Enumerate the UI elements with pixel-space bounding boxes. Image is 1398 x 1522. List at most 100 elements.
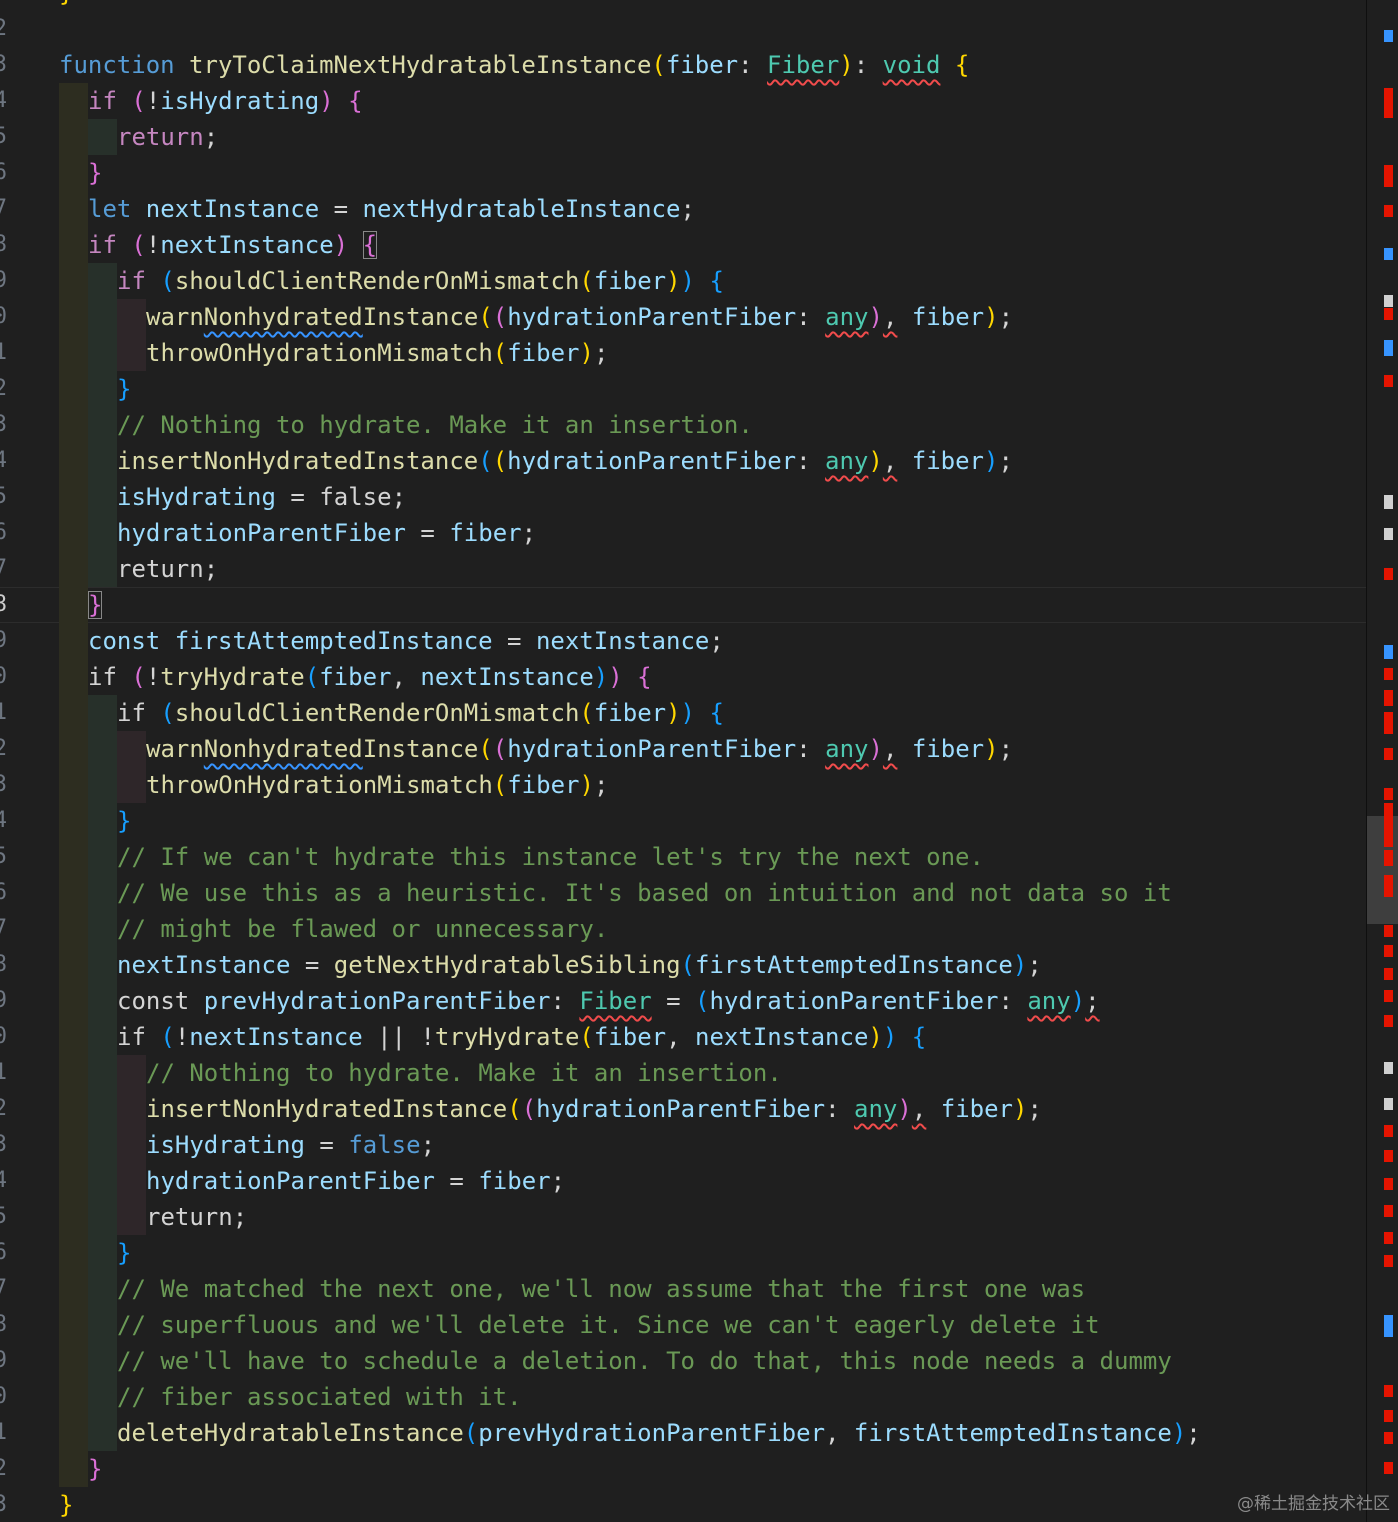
error-marker[interactable] xyxy=(1384,748,1393,760)
error-marker[interactable] xyxy=(1384,1205,1393,1217)
code-line[interactable]: 8 // superfluous and we'll delete it. Sin… xyxy=(0,1307,1366,1343)
error-marker[interactable] xyxy=(1384,1150,1393,1162)
code-text: return; xyxy=(146,1199,247,1235)
selection-marker[interactable] xyxy=(1384,528,1393,540)
indent-guide xyxy=(88,767,117,803)
code-line[interactable]: 2 xyxy=(0,11,1366,47)
line-number: 3 xyxy=(0,1492,7,1517)
code-line[interactable]: 0 if (!tryHydrate(fiber, nextInstance)) { xyxy=(0,659,1366,695)
code-line[interactable]: 1 deleteHydratableInstance(prevHydrationP… xyxy=(0,1415,1366,1451)
vertical-scrollbar[interactable] xyxy=(1367,0,1398,1522)
code-line[interactable]: 3 isHydrating = false; xyxy=(0,1127,1366,1163)
error-marker[interactable] xyxy=(1384,1232,1393,1244)
code-line[interactable]: 1 if (shouldClientRenderOnMismatch(fiber)… xyxy=(0,695,1366,731)
code-line[interactable]: 1 throwOnHydrationMismatch(fiber); xyxy=(0,335,1366,371)
error-marker[interactable] xyxy=(1384,690,1393,706)
error-marker[interactable] xyxy=(1384,1015,1393,1027)
code-line[interactable]: 7 return; xyxy=(0,551,1366,587)
error-marker[interactable] xyxy=(1384,945,1393,957)
code-line[interactable]: 5 return; xyxy=(0,119,1366,155)
code-line[interactable]: 6 // We use this as a heuristic. It's bas… xyxy=(0,875,1366,911)
code-token: } xyxy=(88,1455,103,1483)
error-marker[interactable] xyxy=(1384,1125,1393,1137)
error-marker[interactable] xyxy=(1384,88,1393,118)
error-marker[interactable] xyxy=(1384,990,1393,1002)
selection-marker[interactable] xyxy=(1384,295,1393,307)
error-marker[interactable] xyxy=(1384,568,1393,580)
code-line[interactable]: 7 // might be flawed or unnecessary. xyxy=(0,911,1366,947)
code-line[interactable]: 5 // If we can't hydrate this instance le… xyxy=(0,839,1366,875)
code-line[interactable]: 4 if (!isHydrating) { xyxy=(0,83,1366,119)
code-line[interactable]: 7 // We matched the next one, we'll now a… xyxy=(0,1271,1366,1307)
code-line[interactable]: 9 const firstAttemptedInstance = nextInst… xyxy=(0,623,1366,659)
selection-marker[interactable] xyxy=(1384,1098,1393,1110)
code-line[interactable]: 6} xyxy=(0,155,1366,191)
scrollbar-thumb[interactable] xyxy=(1367,816,1398,924)
info-marker[interactable] xyxy=(1384,30,1393,42)
error-marker[interactable] xyxy=(1384,375,1393,387)
code-line[interactable]: 3} xyxy=(0,1487,1366,1522)
code-line[interactable]: 4 insertNonHydratedInstance((hydrationPar… xyxy=(0,443,1366,479)
code-line[interactable]: 8 if (!nextInstance) { xyxy=(0,227,1366,263)
code-line[interactable]: 9 // we'll have to schedule a deletion. T… xyxy=(0,1343,1366,1379)
code-line[interactable]: 0 if (!nextInstance || !tryHydrate(fiber,… xyxy=(0,1019,1366,1055)
error-marker[interactable] xyxy=(1384,205,1393,217)
error-marker[interactable] xyxy=(1384,712,1393,734)
code-token: ) xyxy=(666,267,681,295)
error-marker[interactable] xyxy=(1384,1255,1393,1267)
error-marker[interactable] xyxy=(1384,1432,1393,1444)
code-line[interactable]: 1 // Nothing to hydrate. Make it an inser… xyxy=(0,1055,1366,1091)
error-marker[interactable] xyxy=(1384,1178,1393,1190)
error-marker[interactable] xyxy=(1384,968,1393,980)
code-line[interactable]: 0 // fiber associated with it. xyxy=(0,1379,1366,1415)
code-line[interactable]: 4} xyxy=(0,803,1366,839)
info-marker[interactable] xyxy=(1384,248,1393,260)
code-token: { xyxy=(709,267,724,295)
code-token: ; xyxy=(203,555,219,583)
code-line[interactable]: 1} xyxy=(0,0,1366,11)
code-token: ( xyxy=(579,1023,594,1051)
info-marker[interactable] xyxy=(1384,1315,1393,1337)
info-marker[interactable] xyxy=(1384,340,1393,356)
code-line[interactable]: 2} xyxy=(0,1451,1366,1487)
code-line[interactable]: 7 let nextInstance = nextHydratableInstan… xyxy=(0,191,1366,227)
error-marker[interactable] xyxy=(1384,1385,1393,1397)
selection-marker[interactable] xyxy=(1384,1062,1393,1074)
code-token: ( xyxy=(492,447,508,475)
code-line[interactable]: 4 hydrationParentFiber = fiber; xyxy=(0,1163,1366,1199)
code-line[interactable]: 3 // Nothing to hydrate. Make it an inser… xyxy=(0,407,1366,443)
line-number: 8 xyxy=(0,1312,7,1337)
code-token: : xyxy=(796,447,826,475)
indent-guide xyxy=(117,767,146,803)
selection-marker[interactable] xyxy=(1384,495,1393,509)
code-text: // we'll have to schedule a deletion. To… xyxy=(117,1343,1172,1379)
error-marker[interactable] xyxy=(1384,668,1393,680)
error-marker[interactable] xyxy=(1384,1410,1393,1422)
error-marker[interactable] xyxy=(1384,803,1393,825)
error-marker[interactable] xyxy=(1384,165,1393,187)
indent-guide xyxy=(88,947,117,983)
error-marker[interactable] xyxy=(1384,850,1393,866)
code-editor[interactable]: 1} 2 3 function tryToClaimNextHydratableIns… xyxy=(0,0,1366,1522)
code-line[interactable]: 9 const prevHydrationParentFiber: Fiber =… xyxy=(0,983,1366,1019)
error-marker[interactable] xyxy=(1384,788,1393,800)
code-line[interactable]: 8 nextInstance = getNextHydratableSibling… xyxy=(0,947,1366,983)
code-line[interactable]: 6} xyxy=(0,1235,1366,1271)
error-marker[interactable] xyxy=(1384,925,1393,937)
code-line[interactable]: 0 warnNonhydratedInstance((hydrationParen… xyxy=(0,299,1366,335)
error-marker[interactable] xyxy=(1384,875,1393,897)
code-line[interactable]: 3 function tryToClaimNextHydratableInstan… xyxy=(0,47,1366,83)
code-line[interactable]: 5 isHydrating = false; xyxy=(0,479,1366,515)
code-line[interactable]: 9 if (shouldClientRenderOnMismatch(fiber)… xyxy=(0,263,1366,299)
info-marker[interactable] xyxy=(1384,645,1393,659)
error-marker[interactable] xyxy=(1384,1462,1393,1474)
code-line[interactable]: 2 insertNonHydratedInstance((hydrationPar… xyxy=(0,1091,1366,1127)
error-marker[interactable] xyxy=(1384,308,1393,320)
code-line[interactable]: 6 hydrationParentFiber = fiber; xyxy=(0,515,1366,551)
error-marker[interactable] xyxy=(1384,825,1393,847)
code-line[interactable]: 3 throwOnHydrationMismatch(fiber); xyxy=(0,767,1366,803)
code-line[interactable]: 8} xyxy=(0,587,1366,623)
code-line[interactable]: 5 return; xyxy=(0,1199,1366,1235)
code-line[interactable]: 2 warnNonhydratedInstance((hydrationParen… xyxy=(0,731,1366,767)
code-line[interactable]: 2} xyxy=(0,371,1366,407)
